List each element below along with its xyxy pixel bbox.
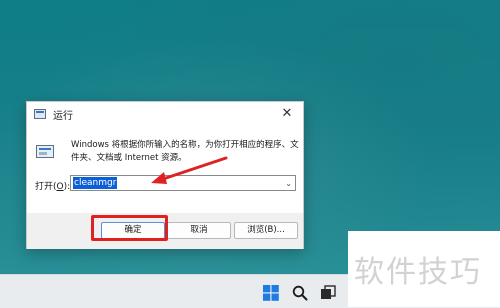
task-view-icon[interactable] [319,284,336,301]
arrow-shaft [158,156,228,182]
arrow-head [151,172,167,184]
search-icon[interactable] [291,284,308,301]
windows-start-icon[interactable] [262,284,279,301]
watermark: 软件技巧 [348,231,500,307]
watermark-text: 软件技巧 [354,255,482,290]
